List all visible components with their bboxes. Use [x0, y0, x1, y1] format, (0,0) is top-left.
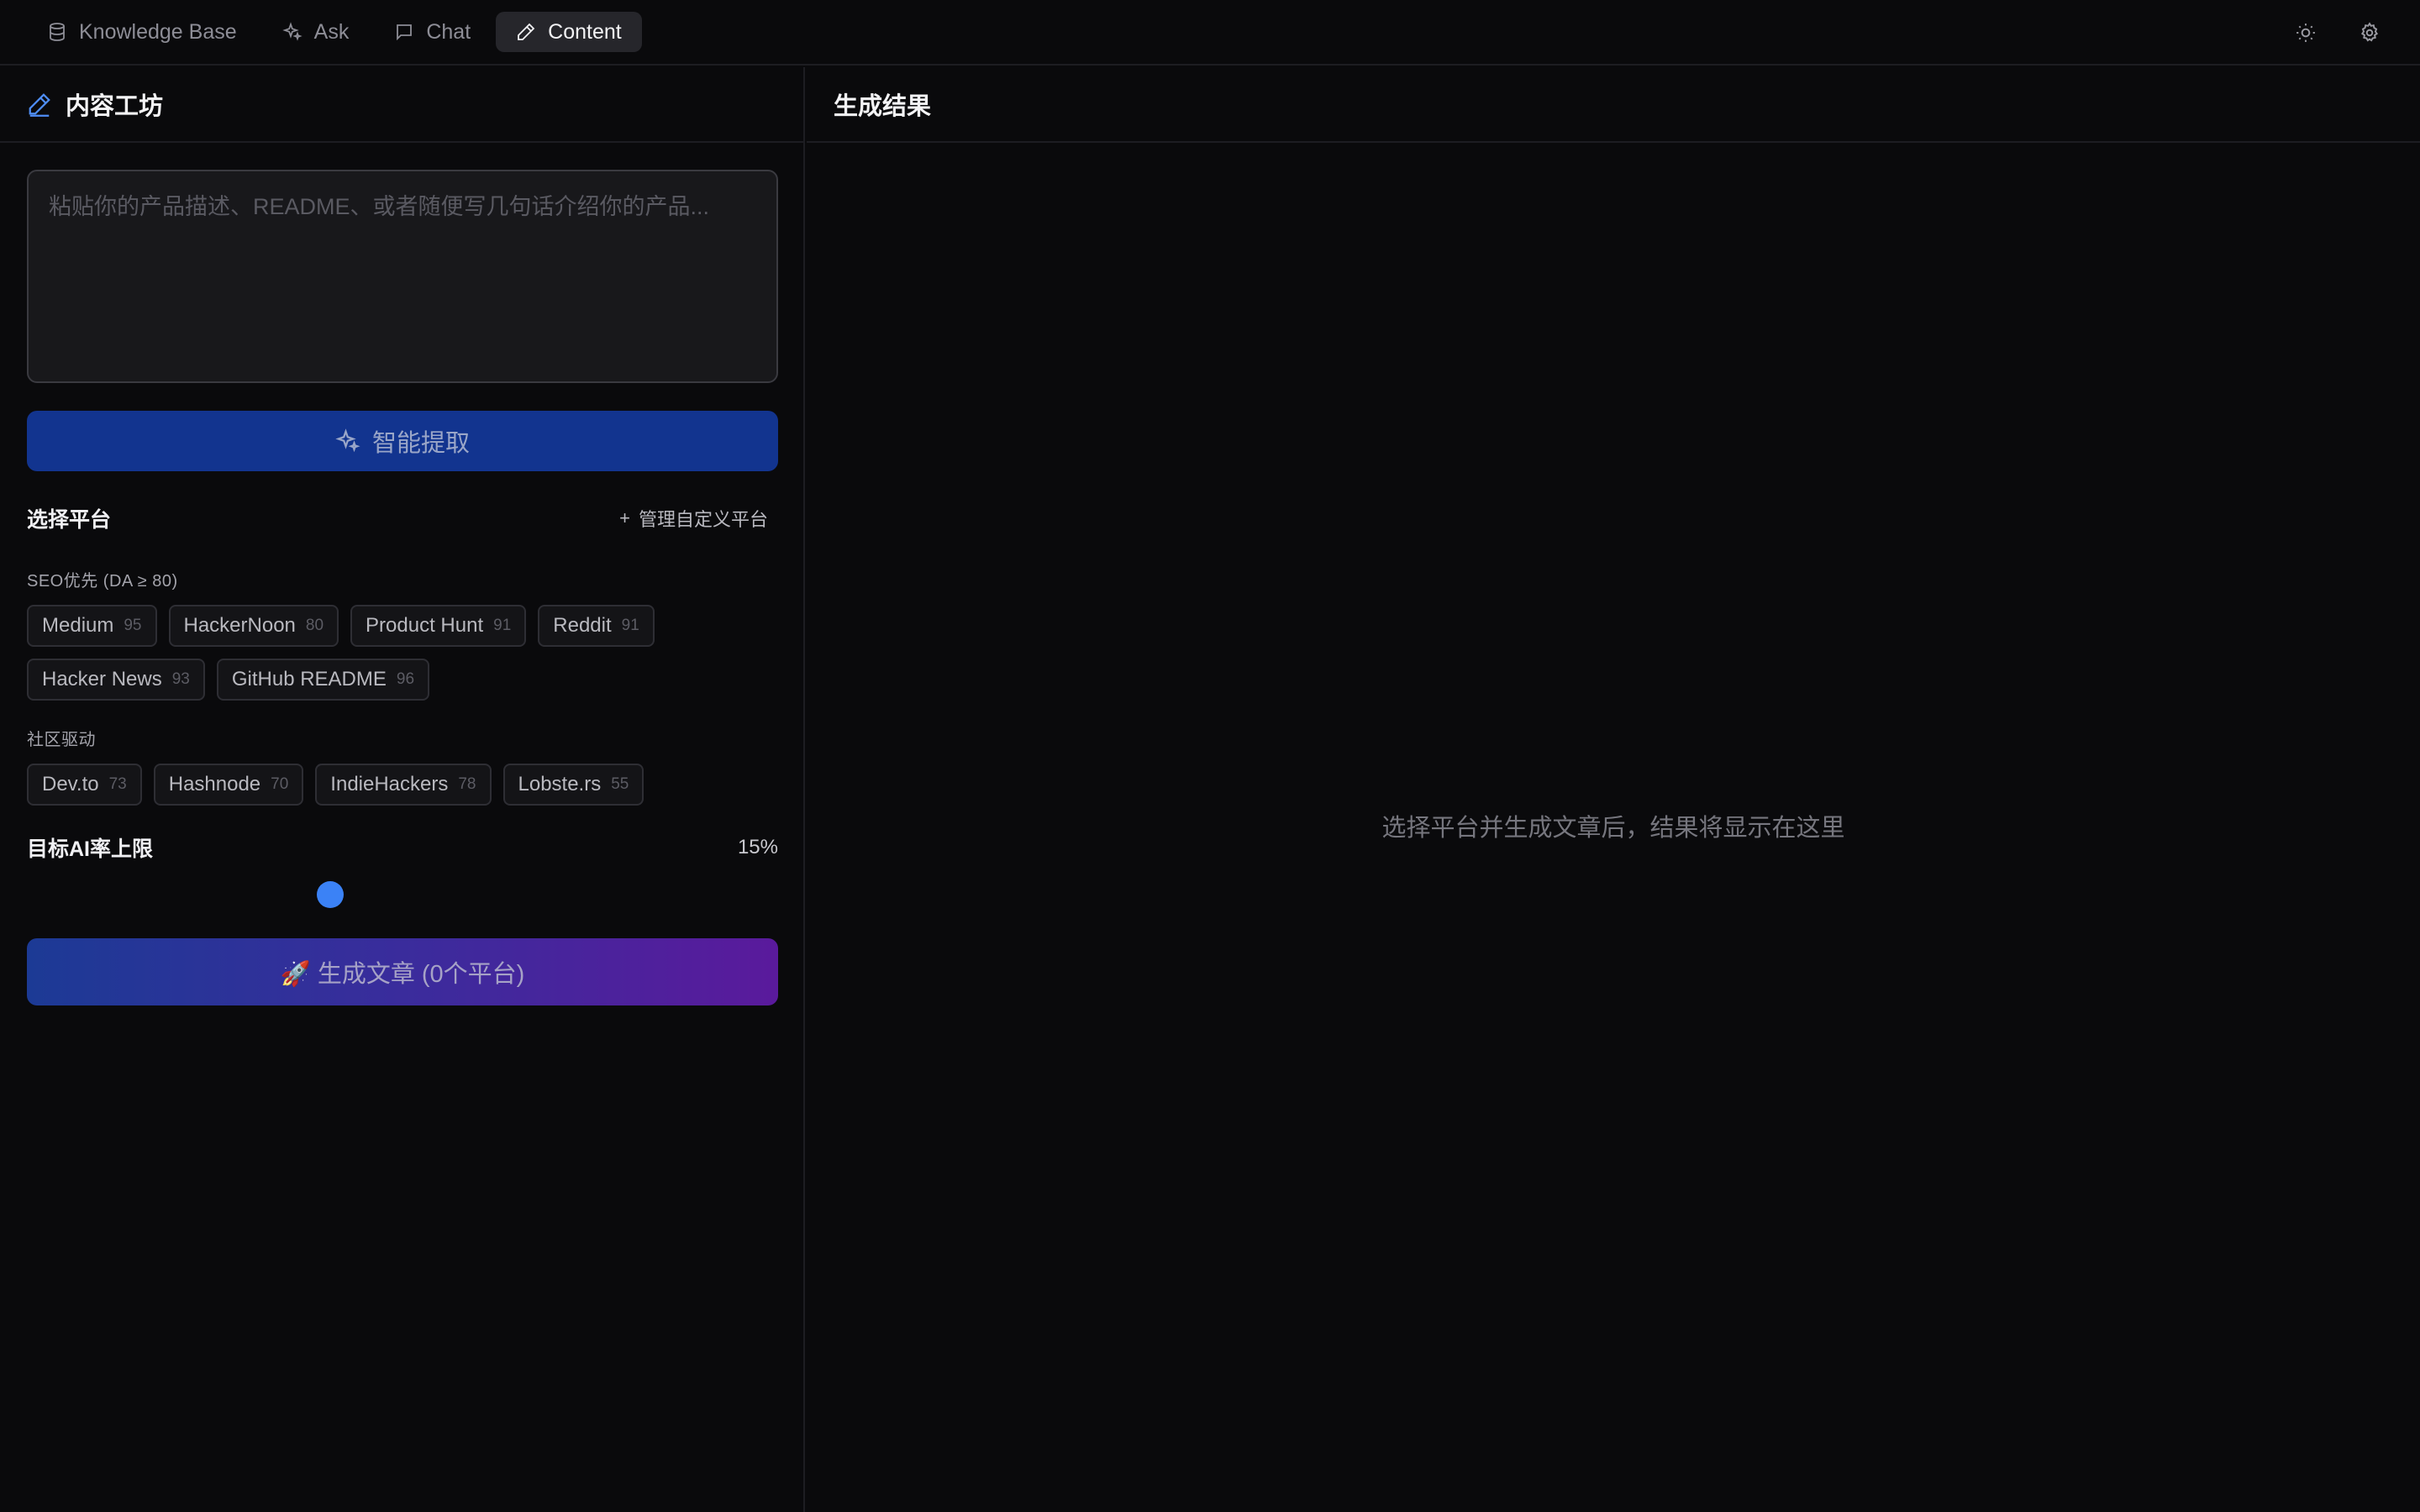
- content-workshop-panel: 内容工坊 智能提取 选择平台 + 管理自定义平台 SEO优先 (DA ≥ 80)…: [0, 67, 805, 1512]
- results-panel: 生成结果 选择平台并生成文章后，结果将显示在这里: [807, 67, 2420, 1512]
- nav-content-label: Content: [548, 19, 622, 44]
- page-title: 内容工坊: [66, 93, 164, 120]
- platform-name: Lobste.rs: [518, 773, 602, 795]
- pen-icon: [29, 93, 50, 117]
- platform-name: Medium: [42, 614, 114, 637]
- platform-name: Reddit: [553, 614, 612, 637]
- platform-name: HackerNoon: [183, 614, 296, 637]
- platform-chip-hashnode[interactable]: Hashnode 70: [153, 764, 304, 806]
- nav-content[interactable]: Content: [496, 12, 642, 52]
- ai-rate-row: 目标AI率上限 15%: [27, 832, 778, 863]
- top-nav: Knowledge Base Ask Chat Content: [0, 0, 2420, 66]
- platform-score: 73: [108, 775, 127, 793]
- platform-chip-github-readme[interactable]: GitHub README 96: [216, 659, 430, 701]
- manage-custom-platforms-button[interactable]: + 管理自定义平台: [619, 505, 778, 532]
- pen-icon: [518, 23, 535, 40]
- platforms-title: 选择平台: [27, 508, 112, 532]
- empty-state-message: 选择平台并生成文章后，结果将显示在这里: [1381, 815, 1845, 842]
- platform-chip-product-hunt[interactable]: Product Hunt 91: [350, 605, 527, 647]
- generate-articles-label: 🚀 生成文章 (0个平台): [280, 961, 525, 988]
- platform-chip-indiehackers[interactable]: IndieHackers 78: [315, 764, 492, 806]
- right-panel-header: 生成结果: [807, 67, 2420, 143]
- platform-score: 93: [171, 670, 190, 688]
- ai-rate-slider[interactable]: [27, 878, 778, 911]
- platform-score: 55: [611, 775, 629, 793]
- extract-button[interactable]: 智能提取: [27, 411, 778, 471]
- platform-chip-hackernoon[interactable]: HackerNoon 80: [168, 605, 339, 647]
- manage-custom-platforms-label: 管理自定义平台: [638, 509, 768, 530]
- platform-score: 78: [458, 775, 476, 793]
- gear-icon: [2360, 22, 2379, 42]
- platform-score: 91: [493, 617, 512, 634]
- platform-group-seo: Medium 95 HackerNoon 80 Product Hunt 91 Red…: [27, 605, 778, 701]
- slider-thumb[interactable]: [316, 881, 344, 908]
- top-right-actions: [2289, 16, 2386, 50]
- platform-chip-medium[interactable]: Medium 95: [27, 605, 157, 647]
- settings-button[interactable]: [2353, 16, 2386, 50]
- plus-icon: +: [619, 507, 630, 528]
- theme-toggle-button[interactable]: [2289, 16, 2323, 50]
- platform-chip-devto[interactable]: Dev.to 73: [27, 764, 142, 806]
- database-icon: [50, 23, 65, 41]
- platform-name: Dev.to: [42, 773, 99, 795]
- platform-chip-hacker-news[interactable]: Hacker News 93: [27, 659, 205, 701]
- nav-chat-label: Chat: [426, 19, 471, 44]
- platform-name: IndieHackers: [330, 773, 449, 795]
- sparkles-icon: [335, 428, 360, 453]
- extract-button-label: 智能提取: [371, 430, 470, 457]
- nav-ask-label: Ask: [313, 19, 350, 44]
- platform-section-header: 选择平台 + 管理自定义平台: [27, 503, 778, 533]
- platform-score: 70: [271, 775, 289, 793]
- sun-icon: [2296, 24, 2315, 42]
- platform-group-label: 社区驱动: [27, 731, 96, 749]
- nav-chat[interactable]: Chat: [374, 12, 491, 52]
- results-title: 生成结果: [834, 93, 932, 120]
- ai-rate-value: 15%: [737, 836, 778, 858]
- platform-name: GitHub README: [231, 668, 387, 690]
- platform-chip-reddit[interactable]: Reddit 91: [538, 605, 655, 647]
- platform-name: Hashnode: [168, 773, 261, 795]
- platform-group-community: Dev.to 73 Hashnode 70 IndieHackers 78 Lobst…: [27, 764, 778, 806]
- platform-score: 91: [621, 617, 639, 634]
- platform-score: 95: [124, 617, 142, 634]
- slider-track[interactable]: [27, 893, 778, 896]
- product-description-input[interactable]: [27, 170, 778, 383]
- nav-knowledge-base[interactable]: Knowledge Base: [27, 12, 257, 52]
- nav-knowledge-base-label: Knowledge Base: [79, 19, 237, 44]
- generate-articles-button[interactable]: 🚀 生成文章 (0个平台): [27, 938, 778, 1005]
- ai-rate-title: 目标AI率上限: [27, 837, 154, 861]
- nav-ask[interactable]: Ask: [262, 12, 370, 52]
- platform-score: 80: [305, 617, 324, 634]
- platform-name: Product Hunt: [366, 614, 484, 637]
- platform-group-label: SEO优先 (DA ≥ 80): [27, 572, 178, 591]
- platform-name: Hacker News: [42, 668, 162, 690]
- left-panel-header: 内容工坊: [0, 67, 803, 143]
- sparkles-icon: [281, 22, 302, 41]
- platform-score: 96: [396, 670, 415, 688]
- platform-chip-lobsters[interactable]: Lobste.rs 55: [502, 764, 644, 806]
- message-icon: [397, 24, 413, 41]
